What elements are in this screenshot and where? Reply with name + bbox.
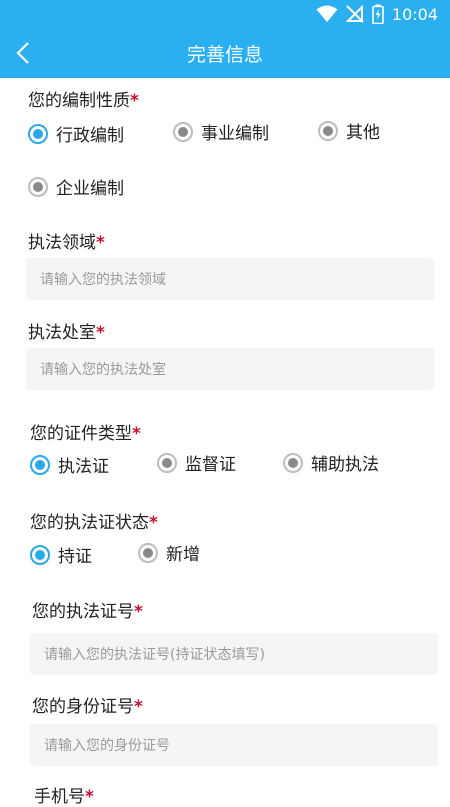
cert-status-label: 您的执法证状态* <box>30 508 158 533</box>
cert-number-label-text: 您的执法证号 <box>32 602 134 622</box>
radio-cert-supervision[interactable]: 监督证 <box>157 450 236 475</box>
office-label: 执法处室* <box>28 318 105 343</box>
required-mark: * <box>85 787 94 807</box>
id-number-label: 您的身份证号* <box>32 692 143 717</box>
cert-number-input[interactable]: 请输入您的执法证号(持证状态填写) <box>30 633 438 675</box>
wifi-icon <box>316 5 338 22</box>
office-label-text: 执法处室 <box>28 323 96 343</box>
required-mark: * <box>134 697 143 717</box>
cert-type-label-text: 您的证件类型 <box>30 424 132 444</box>
radio-checked-icon <box>28 123 48 144</box>
staffing-label: 您的编制性质* <box>28 86 139 111</box>
radio-checked-icon <box>30 544 50 565</box>
id-number-input[interactable]: 请输入您的身份证号 <box>30 724 438 766</box>
radio-label: 行政编制 <box>56 126 124 146</box>
radio-status-new[interactable]: 新增 <box>138 540 200 565</box>
radio-unchecked-icon <box>283 452 303 473</box>
field-area-label: 执法领域* <box>28 228 105 253</box>
cert-type-label: 您的证件类型* <box>30 419 141 444</box>
radio-label: 执法证 <box>58 457 109 477</box>
field-area-label-text: 执法领域 <box>28 233 96 253</box>
required-mark: * <box>130 91 139 111</box>
id-number-placeholder: 请输入您的身份证号 <box>44 738 170 754</box>
radio-label: 企业编制 <box>56 179 124 199</box>
required-mark: * <box>96 233 105 253</box>
required-mark: * <box>134 602 143 622</box>
status-bar: 10:04 <box>0 0 450 28</box>
radio-checked-icon <box>30 454 50 475</box>
radio-label: 新增 <box>166 545 200 565</box>
radio-unchecked-icon <box>157 452 177 473</box>
field-area-placeholder: 请输入您的执法领域 <box>40 272 166 288</box>
radio-unchecked-icon <box>173 121 193 142</box>
no-signal-icon <box>345 5 364 23</box>
radio-label: 持证 <box>58 547 92 567</box>
radio-status-certified[interactable]: 持证 <box>30 542 92 567</box>
cert-number-placeholder: 请输入您的执法证号(持证状态填写) <box>44 647 265 663</box>
radio-cert-auxiliary[interactable]: 辅助执法 <box>283 450 379 475</box>
battery-charging-icon <box>372 4 384 24</box>
field-area-input[interactable]: 请输入您的执法领域 <box>26 258 434 300</box>
required-mark: * <box>132 424 141 444</box>
radio-label: 辅助执法 <box>311 455 379 475</box>
cert-status-label-text: 您的执法证状态 <box>30 513 149 533</box>
radio-unchecked-icon <box>28 176 48 197</box>
radio-unchecked-icon <box>138 542 158 563</box>
radio-staffing-admin[interactable]: 行政编制 <box>28 121 124 146</box>
staffing-label-text: 您的编制性质 <box>28 91 130 111</box>
radio-unchecked-icon <box>318 120 338 141</box>
id-number-label-text: 您的身份证号 <box>32 697 134 717</box>
phone-label: 手机号* <box>34 782 94 807</box>
office-input[interactable]: 请输入您的执法处室 <box>26 348 434 390</box>
radio-cert-law-enforcement[interactable]: 执法证 <box>30 452 109 477</box>
phone-label-text: 手机号 <box>34 787 85 807</box>
radio-label: 监督证 <box>185 455 236 475</box>
required-mark: * <box>149 513 158 533</box>
radio-staffing-enterprise[interactable]: 企业编制 <box>28 174 124 199</box>
status-icons: 10:04 <box>316 4 438 24</box>
page-title: 完善信息 <box>186 44 263 66</box>
cert-number-label: 您的执法证号* <box>32 597 143 622</box>
status-time: 10:04 <box>391 4 438 24</box>
app-bar: 完善信息 <box>0 28 450 78</box>
radio-staffing-institution[interactable]: 事业编制 <box>173 119 269 144</box>
office-placeholder: 请输入您的执法处室 <box>40 362 166 378</box>
radio-staffing-other[interactable]: 其他 <box>318 118 380 143</box>
radio-label: 其他 <box>346 123 380 143</box>
radio-label: 事业编制 <box>201 124 269 144</box>
required-mark: * <box>96 323 105 343</box>
